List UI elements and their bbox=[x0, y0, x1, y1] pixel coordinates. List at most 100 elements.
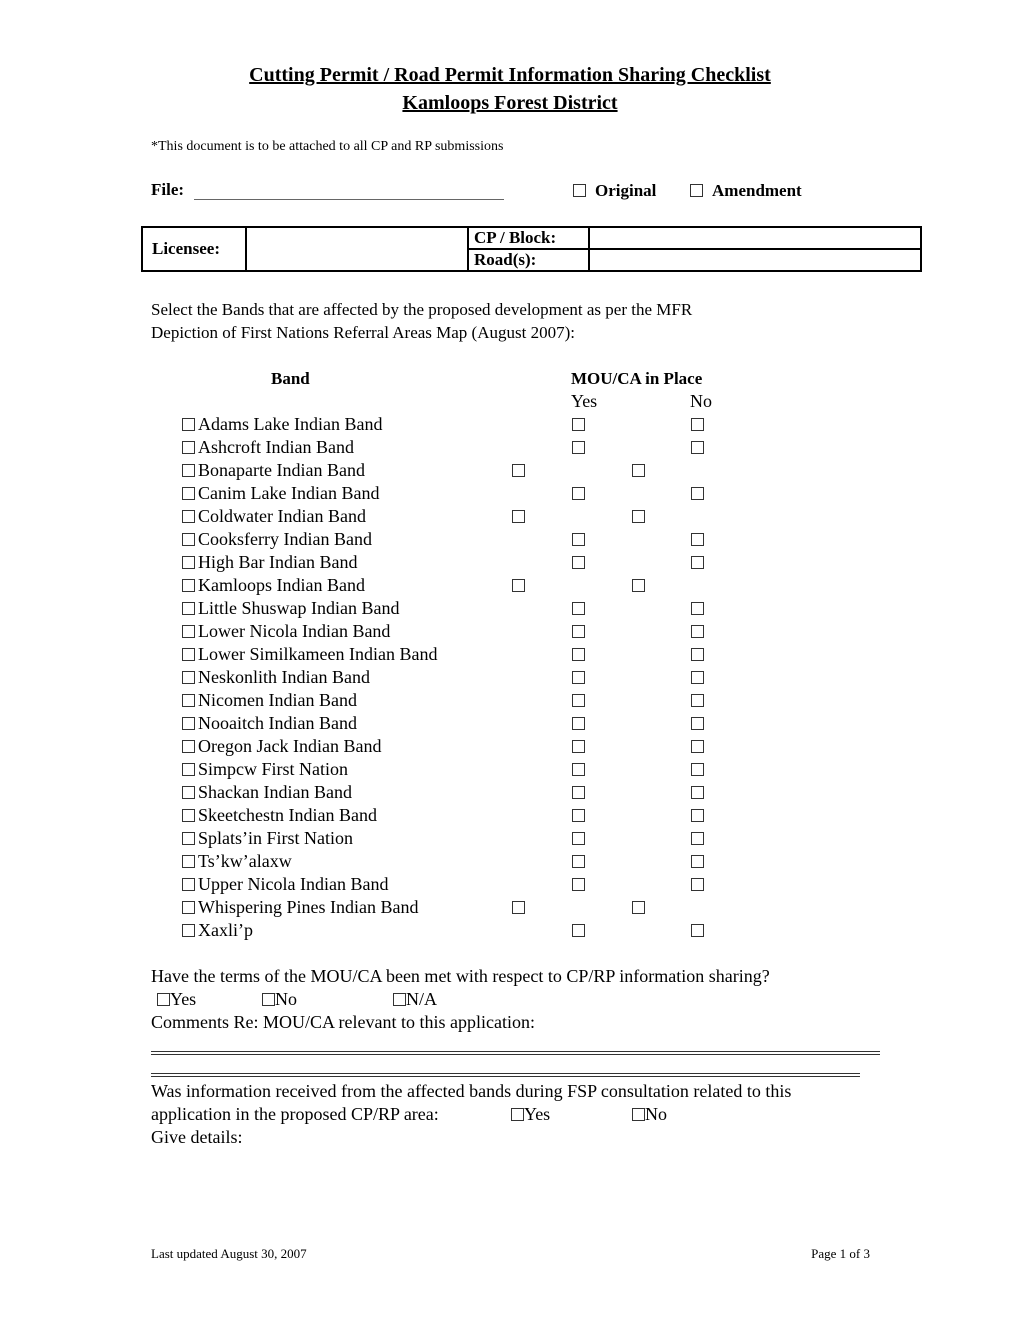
mou-no-checkbox[interactable] bbox=[691, 533, 704, 546]
mou-no-checkbox[interactable] bbox=[691, 740, 704, 753]
comments-line-1[interactable] bbox=[151, 1051, 880, 1055]
band-select-checkbox[interactable] bbox=[182, 693, 195, 707]
mou-no-checkbox[interactable] bbox=[691, 671, 704, 684]
mou-no-checkbox[interactable] bbox=[691, 855, 704, 868]
mou-yes-checkbox[interactable] bbox=[512, 579, 525, 592]
mou-yes-checkbox[interactable] bbox=[572, 556, 585, 569]
fsp-yes-option[interactable]: Yes bbox=[511, 1103, 550, 1126]
band-select-checkbox[interactable] bbox=[182, 647, 195, 661]
mou-na-checkbox[interactable] bbox=[393, 992, 406, 1006]
mou-no-checkbox[interactable] bbox=[632, 579, 645, 592]
band-select-checkbox[interactable] bbox=[182, 509, 195, 523]
band-select-checkbox[interactable] bbox=[182, 716, 195, 730]
band-select-checkbox[interactable] bbox=[182, 486, 195, 500]
band-row: Ts’kw’alaxw bbox=[182, 850, 292, 873]
mou-yes-checkbox[interactable] bbox=[572, 648, 585, 661]
band-select-checkbox[interactable] bbox=[182, 555, 195, 569]
mou-no-checkbox[interactable] bbox=[691, 625, 704, 638]
mou-no-checkbox[interactable] bbox=[691, 763, 704, 776]
give-details-label: Give details: bbox=[151, 1127, 243, 1147]
mou-yes-checkbox[interactable] bbox=[572, 878, 585, 891]
band-select-checkbox[interactable] bbox=[182, 900, 195, 914]
band-row: Cooksferry Indian Band bbox=[182, 528, 372, 551]
fsp-no-option[interactable]: No bbox=[632, 1103, 667, 1126]
cp-block-field[interactable] bbox=[588, 226, 922, 250]
mou-no-checkbox[interactable] bbox=[691, 556, 704, 569]
mou-no-option[interactable]: No bbox=[262, 988, 297, 1011]
mou-yes-checkbox[interactable] bbox=[572, 602, 585, 615]
band-select-checkbox[interactable] bbox=[182, 808, 195, 822]
band-select-checkbox[interactable] bbox=[182, 532, 195, 546]
comments-line-2[interactable] bbox=[151, 1073, 860, 1077]
band-select-checkbox[interactable] bbox=[182, 624, 195, 638]
mou-yes-checkbox[interactable] bbox=[572, 924, 585, 937]
original-option[interactable]: Original bbox=[573, 181, 656, 201]
roads-field[interactable] bbox=[588, 248, 922, 272]
band-select-checkbox[interactable] bbox=[182, 670, 195, 684]
licensee-label: Licensee: bbox=[141, 226, 247, 272]
mou-no-checkbox[interactable] bbox=[691, 786, 704, 799]
mou-yes-checkbox[interactable] bbox=[572, 441, 585, 454]
fsp-yes-checkbox[interactable] bbox=[511, 1107, 524, 1121]
mou-no-checkbox[interactable] bbox=[691, 487, 704, 500]
band-select-checkbox[interactable] bbox=[182, 877, 195, 891]
band-name: Coldwater Indian Band bbox=[198, 506, 366, 526]
fsp-no-checkbox[interactable] bbox=[632, 1107, 645, 1121]
band-select-checkbox[interactable] bbox=[182, 601, 195, 615]
file-label: File: bbox=[151, 180, 185, 199]
mou-no-checkbox[interactable] bbox=[632, 464, 645, 477]
mou-yes-checkbox[interactable] bbox=[572, 533, 585, 546]
mou-yes-checkbox[interactable] bbox=[572, 763, 585, 776]
mou-yes-checkbox[interactable] bbox=[572, 717, 585, 730]
mou-yes-checkbox[interactable] bbox=[512, 510, 525, 523]
mou-no-checkbox[interactable] bbox=[632, 901, 645, 914]
mou-yes-checkbox[interactable] bbox=[572, 694, 585, 707]
band-select-checkbox[interactable] bbox=[182, 785, 195, 799]
band-select-checkbox[interactable] bbox=[182, 440, 195, 454]
mou-yes-checkbox[interactable] bbox=[572, 786, 585, 799]
roads-label: Road(s): bbox=[467, 248, 590, 272]
mou-yes-checkbox[interactable] bbox=[572, 740, 585, 753]
band-select-checkbox[interactable] bbox=[182, 762, 195, 776]
original-checkbox[interactable] bbox=[573, 183, 586, 197]
mou-no-checkbox[interactable] bbox=[691, 924, 704, 937]
amendment-option[interactable]: Amendment bbox=[690, 181, 802, 201]
mou-no-checkbox[interactable] bbox=[691, 648, 704, 661]
band-select-checkbox[interactable] bbox=[182, 578, 195, 592]
mou-yes-checkbox[interactable] bbox=[572, 418, 585, 431]
licensee-field[interactable] bbox=[245, 226, 469, 272]
amendment-checkbox[interactable] bbox=[690, 183, 703, 197]
band-name: High Bar Indian Band bbox=[198, 552, 358, 572]
band-name: Kamloops Indian Band bbox=[198, 575, 365, 595]
mou-yes-checkbox[interactable] bbox=[572, 487, 585, 500]
mou-yes-checkbox[interactable] bbox=[512, 464, 525, 477]
mou-no-checkbox[interactable] bbox=[691, 878, 704, 891]
mou-no-checkbox[interactable] bbox=[691, 441, 704, 454]
mou-no-checkbox[interactable] bbox=[691, 832, 704, 845]
band-select-checkbox[interactable] bbox=[182, 854, 195, 868]
mou-no-checkbox[interactable] bbox=[691, 602, 704, 615]
mou-no-checkbox[interactable] bbox=[691, 418, 704, 431]
mou-yes-option[interactable]: Yes bbox=[157, 988, 196, 1011]
band-select-checkbox[interactable] bbox=[182, 923, 195, 937]
file-field[interactable] bbox=[194, 199, 504, 200]
mou-no-checkbox[interactable] bbox=[691, 694, 704, 707]
mou-no-checkbox[interactable] bbox=[691, 717, 704, 730]
mou-yes-checkbox[interactable] bbox=[572, 832, 585, 845]
band-select-checkbox[interactable] bbox=[182, 831, 195, 845]
mou-yes-checkbox[interactable] bbox=[572, 671, 585, 684]
mou-na-option[interactable]: N/A bbox=[393, 988, 437, 1011]
mou-yes-checkbox[interactable] bbox=[157, 992, 170, 1006]
mou-yes-checkbox[interactable] bbox=[572, 625, 585, 638]
mou-no-checkbox[interactable] bbox=[632, 510, 645, 523]
band-select-checkbox[interactable] bbox=[182, 417, 195, 431]
band-select-checkbox[interactable] bbox=[182, 463, 195, 477]
mou-yes-checkbox[interactable] bbox=[512, 901, 525, 914]
mou-yes-checkbox[interactable] bbox=[572, 809, 585, 822]
mou-no-checkbox[interactable] bbox=[262, 992, 275, 1006]
mou-yes-checkbox[interactable] bbox=[572, 855, 585, 868]
mou-no-checkbox[interactable] bbox=[691, 809, 704, 822]
band-row: Shackan Indian Band bbox=[182, 781, 352, 804]
band-name: Nicomen Indian Band bbox=[198, 690, 357, 710]
band-select-checkbox[interactable] bbox=[182, 739, 195, 753]
